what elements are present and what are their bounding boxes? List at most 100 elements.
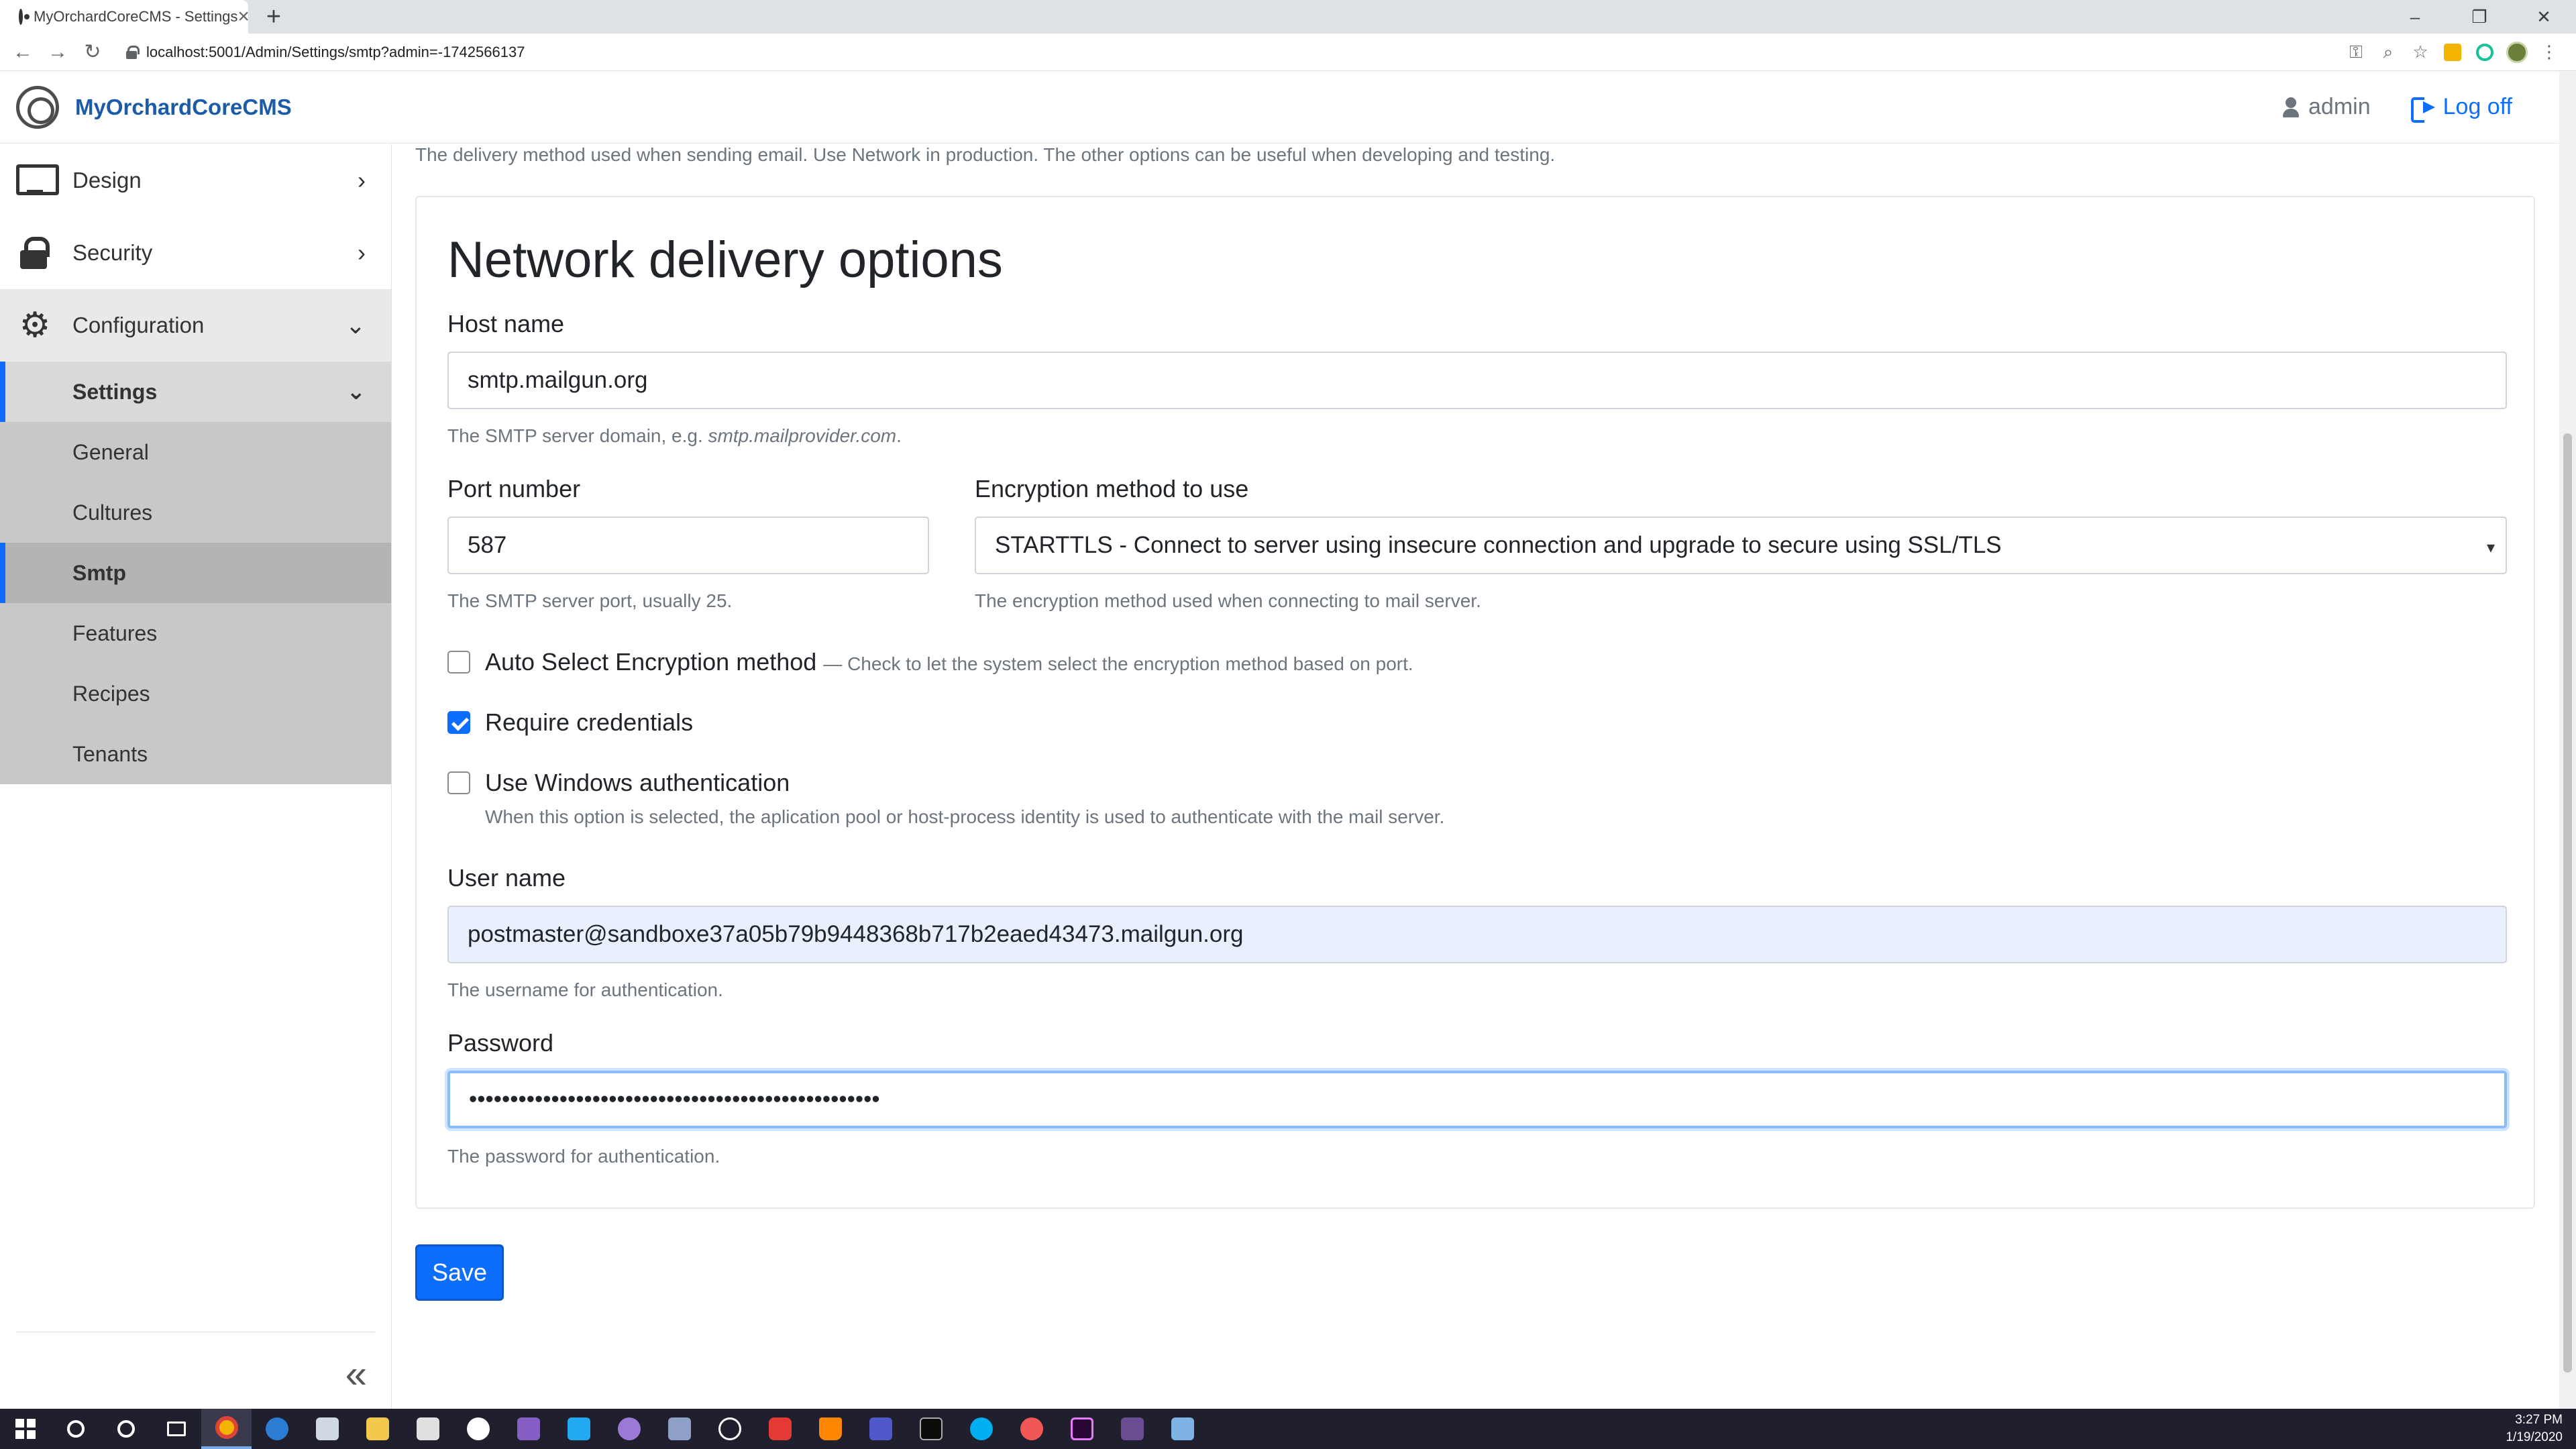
new-tab-button[interactable]: + [260, 3, 287, 32]
sidebar-item-settings[interactable]: Settings ⌄ [0, 362, 391, 422]
host-help: The SMTP server domain, e.g. smtp.mailpr… [447, 425, 902, 446]
sidebar-item-design[interactable]: Design › [0, 144, 391, 217]
restore-button[interactable]: ❐ [2447, 0, 2512, 34]
vscode-taskbar-app[interactable] [553, 1409, 604, 1449]
visual-studio-taskbar-app[interactable] [503, 1409, 553, 1449]
scrollbar-thumb[interactable] [2563, 433, 2572, 1373]
terminal-taskbar-app[interactable] [906, 1409, 956, 1449]
brand-link[interactable]: MyOrchardCoreCMS [75, 95, 292, 120]
app-taskbar-app[interactable] [654, 1409, 704, 1449]
start-button[interactable] [0, 1409, 50, 1449]
teams-taskbar-app[interactable] [453, 1409, 503, 1449]
page-scrollbar[interactable] [2559, 71, 2576, 1409]
encryption-help: The encryption method used when connecti… [975, 590, 1481, 611]
menu-icon[interactable]: ⋮ [2533, 36, 2565, 68]
search-icon [66, 1420, 85, 1438]
star-icon[interactable]: ☆ [2404, 36, 2436, 68]
teams-chat-taskbar-app[interactable] [855, 1409, 906, 1449]
sidebar-item-configuration[interactable]: ⚙ Configuration ⌄ [0, 289, 391, 362]
store-taskbar-app[interactable] [302, 1409, 352, 1449]
extension-icon[interactable] [2436, 36, 2469, 68]
host-input[interactable]: smtp.mailgun.org [447, 352, 2507, 409]
username-input[interactable]: postmaster@sandboxe37a05b79b9448368b717b… [447, 906, 2507, 963]
app-header: MyOrchardCoreCMS admin Log off [0, 71, 2559, 144]
collapse-sidebar-button[interactable]: « [345, 1352, 367, 1397]
windows-auth-checkbox[interactable] [447, 771, 470, 794]
sidebar-item-recipes[interactable]: Recipes [0, 663, 391, 724]
address-bar[interactable]: localhost:5001/Admin/Settings/smtp?admin… [118, 38, 2318, 67]
auto-select-label[interactable]: Auto Select Encryption method — Check to… [485, 648, 1413, 676]
sidebar-item-security[interactable]: Security › [0, 217, 391, 289]
sidebar-item-label: Settings [72, 379, 158, 404]
vscode-icon [567, 1417, 590, 1440]
clock-taskbar-app[interactable] [704, 1409, 755, 1449]
zoom-icon[interactable]: ⌕ [2372, 36, 2404, 68]
media-taskbar-app[interactable] [1006, 1409, 1057, 1449]
username-help: The username for authentication. [447, 979, 723, 1000]
github-taskbar-app[interactable] [604, 1409, 654, 1449]
search-taskbar-button[interactable] [50, 1409, 101, 1449]
gear-icon: ⚙ [19, 306, 51, 345]
tab-close-icon[interactable]: × [237, 5, 250, 28]
vlc-taskbar-app[interactable] [805, 1409, 855, 1449]
username-label: User name [447, 864, 566, 892]
forward-button[interactable]: → [40, 35, 75, 70]
task-view-button[interactable] [151, 1409, 201, 1449]
skype-taskbar-app[interactable] [956, 1409, 1006, 1449]
network-delivery-panel: Network delivery options Host name smtp.… [415, 196, 2535, 1209]
window-controls: – ❐ ✕ [2383, 0, 2576, 34]
mail-icon [416, 1417, 439, 1440]
encryption-selected-value: STARTTLS - Connect to server using insec… [995, 532, 2002, 558]
port-input[interactable]: 587 [447, 517, 929, 574]
vlc-icon [818, 1417, 842, 1440]
recorder-taskbar-app[interactable] [755, 1409, 805, 1449]
browser-toolbar: ← → ↻ localhost:5001/Admin/Settings/smtp… [0, 34, 2576, 71]
sidebar-item-label: Configuration [72, 313, 205, 337]
lock-icon [126, 45, 140, 59]
app-taskbar-app[interactable] [1157, 1409, 1208, 1449]
password-input[interactable]: ••••••••••••••••••••••••••••••••••••••••… [447, 1071, 2507, 1128]
delivery-method-help: The delivery method used when sending em… [415, 144, 1556, 165]
profile-avatar[interactable] [2501, 36, 2533, 68]
sidebar-item-cultures[interactable]: Cultures [0, 482, 391, 543]
task-view-icon [166, 1421, 186, 1436]
chrome-icon [215, 1416, 238, 1439]
key-icon[interactable]: ⚿ [2340, 36, 2372, 68]
premiere-taskbar-app[interactable] [1057, 1409, 1107, 1449]
edge-taskbar-app[interactable] [252, 1409, 302, 1449]
chevron-down-icon: ⌄ [345, 311, 366, 339]
sidebar-item-features[interactable]: Features [0, 603, 391, 663]
browser-tab[interactable]: MyOrchardCoreCMS - Settings × [0, 0, 250, 34]
sidebar-item-tenants[interactable]: Tenants [0, 724, 391, 784]
mail-taskbar-app[interactable] [402, 1409, 453, 1449]
sidebar-item-smtp[interactable]: Smtp [0, 543, 391, 603]
user-menu-link[interactable]: admin [2283, 94, 2371, 120]
close-window-button[interactable]: ✕ [2512, 0, 2576, 34]
minimize-button[interactable]: – [2383, 0, 2447, 34]
require-credentials-label[interactable]: Require credentials [485, 708, 693, 737]
explorer-taskbar-app[interactable] [352, 1409, 402, 1449]
reload-button[interactable]: ↻ [75, 35, 110, 70]
auto-select-checkbox[interactable] [447, 651, 470, 674]
tab-title: MyOrchardCoreCMS - Settings [34, 8, 238, 25]
system-clock[interactable]: 3:27 PM 1/19/2020 [2506, 1411, 2576, 1446]
logoff-link[interactable]: Log off [2410, 94, 2512, 123]
chrome-taskbar-app[interactable] [201, 1409, 252, 1449]
orchard-favicon-icon [19, 9, 30, 25]
save-button[interactable]: Save [415, 1244, 504, 1301]
sidebar-item-general[interactable]: General [0, 422, 391, 482]
app-icon [667, 1417, 691, 1440]
encryption-select[interactable]: STARTTLS - Connect to server using insec… [975, 517, 2507, 574]
require-credentials-checkbox[interactable] [447, 711, 470, 734]
app-taskbar-app[interactable] [1107, 1409, 1157, 1449]
windows-auth-label[interactable]: Use Windows authentication [485, 769, 790, 797]
orchard-logo-icon[interactable] [16, 85, 59, 129]
windows-auth-help: When this option is selected, the aplica… [485, 806, 1445, 827]
port-help: The SMTP server port, usually 25. [447, 590, 733, 611]
back-button[interactable]: ← [5, 35, 40, 70]
grammarly-icon[interactable] [2469, 36, 2501, 68]
cortana-button[interactable] [101, 1409, 151, 1449]
clock-date: 1/19/2020 [2506, 1430, 2563, 1444]
host-label: Host name [447, 310, 565, 337]
chevron-down-icon: ⌄ [346, 379, 366, 405]
